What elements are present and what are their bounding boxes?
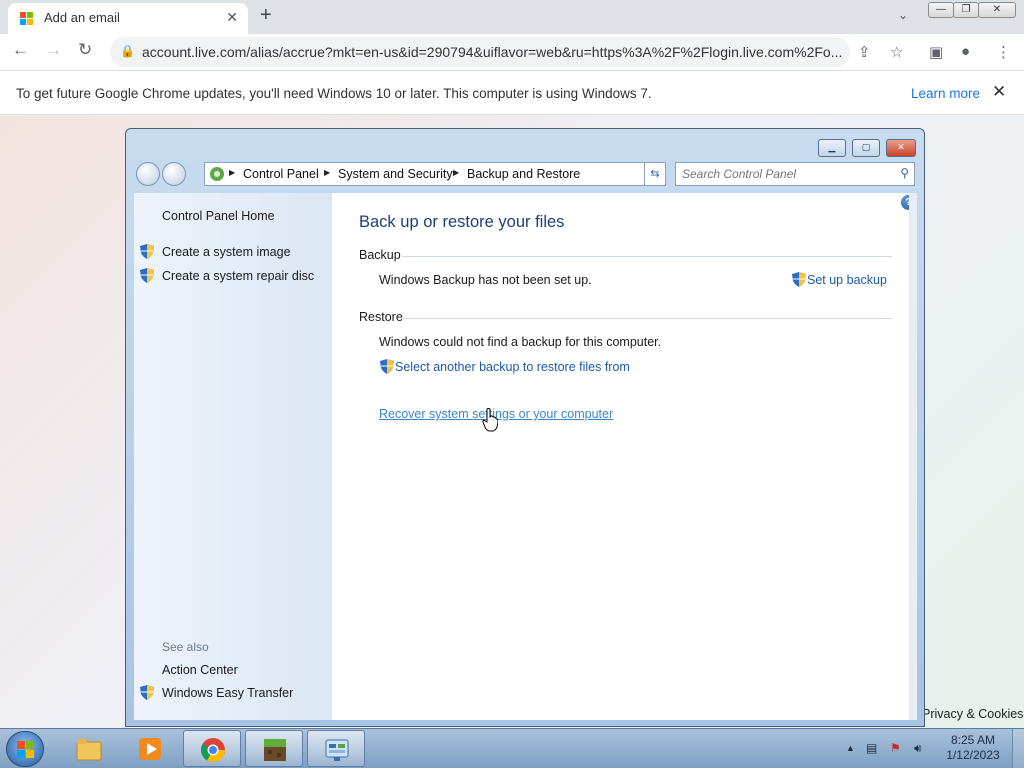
tab-strip: Add an email ✕ + ⌄ — ❐ ✕ — [0, 0, 1024, 34]
close-icon[interactable]: ✕ — [992, 82, 1006, 102]
uac-shield-icon — [140, 685, 154, 700]
volume-icon[interactable]: 🔊︎ — [914, 741, 922, 756]
search-input[interactable] — [682, 166, 882, 182]
reload-icon[interactable]: ↻ — [78, 40, 92, 60]
folder-icon — [76, 739, 102, 761]
browser-tab[interactable]: Add an email ✕ — [8, 3, 248, 34]
page-title: Back up or restore your files — [359, 213, 565, 231]
browser-toolbar: ← → ↻ 🔒 account.live.com/alias/accrue?mk… — [0, 34, 1024, 71]
action-center-link[interactable]: Action Center — [162, 663, 238, 677]
chevron-right-icon: ▶ — [453, 168, 460, 177]
action-center-flag-icon[interactable]: ⚑ — [890, 741, 901, 755]
share-icon[interactable]: ⇪ — [858, 43, 871, 61]
taskbar-explorer[interactable] — [60, 730, 118, 767]
back-button[interactable] — [136, 162, 160, 186]
breadcrumb-backup-restore[interactable]: Backup and Restore — [467, 167, 580, 181]
forward-arrow-icon[interactable]: → — [45, 40, 62, 60]
address-bar[interactable]: 🔒 account.live.com/alias/accrue?mkt=en-u… — [110, 37, 850, 67]
uac-shield-icon — [140, 268, 154, 283]
search-icon[interactable]: ⚲ — [900, 166, 909, 180]
infobar-message: To get future Google Chrome updates, you… — [16, 86, 652, 101]
close-button[interactable]: ✕ — [978, 2, 1016, 18]
set-up-backup-link[interactable]: Set up backup — [807, 273, 887, 287]
close-icon[interactable]: ✕ — [226, 9, 238, 26]
maximize-button[interactable]: ❐ — [953, 2, 979, 18]
chrome-icon — [200, 738, 225, 763]
profile-icon[interactable]: ● — [961, 43, 970, 60]
privacy-link[interactable]: Privacy & Cookies — [922, 707, 1023, 721]
taskbar-control-panel[interactable] — [307, 730, 365, 767]
clock-date: 1/12/2023 — [946, 748, 1000, 762]
network-icon[interactable]: ▤ — [866, 741, 877, 755]
left-pane: Control Panel Home Create a system image… — [134, 193, 332, 720]
url-text[interactable]: account.live.com/alias/accrue?mkt=en-us&… — [142, 44, 842, 60]
tab-title: Add an email — [44, 10, 120, 25]
hand-cursor-icon — [482, 408, 498, 432]
backup-status: Windows Backup has not been set up. — [379, 273, 592, 287]
restore-status: Windows could not find a backup for this… — [379, 335, 662, 349]
navigation-row: ▶ Control Panel ▶ System and Security ▶ … — [134, 161, 915, 188]
taskbar-minecraft[interactable] — [245, 730, 303, 767]
minecraft-icon — [264, 739, 286, 761]
plus-icon[interactable]: + — [260, 4, 272, 27]
breadcrumb-control-panel[interactable]: Control Panel — [243, 167, 319, 181]
update-infobar: To get future Google Chrome updates, you… — [0, 71, 1024, 115]
divider — [402, 318, 892, 319]
microsoft-logo-icon — [20, 12, 34, 26]
control-panel-window: ▁ ▢ ✕ ▶ Control Panel ▶ System and Secur… — [125, 128, 925, 727]
refresh-button[interactable]: ⇆ — [644, 162, 666, 186]
control-panel-home-link[interactable]: Control Panel Home — [162, 209, 275, 223]
select-another-backup-link[interactable]: Select another backup to restore files f… — [395, 360, 630, 374]
star-icon[interactable]: ☆ — [890, 43, 903, 61]
uac-shield-icon — [380, 359, 394, 374]
breadcrumb-system-security[interactable]: System and Security — [338, 167, 453, 181]
back-arrow-icon[interactable]: ← — [12, 40, 29, 60]
create-system-image-link[interactable]: Create a system image — [162, 245, 291, 259]
control-panel-icon — [210, 167, 224, 181]
media-player-icon — [139, 738, 161, 760]
windows-easy-transfer-link[interactable]: Windows Easy Transfer — [162, 686, 293, 700]
search-box[interactable]: ⚲ — [675, 162, 915, 186]
window-content: Control Panel Home Create a system image… — [134, 193, 917, 720]
backup-heading: Backup — [359, 248, 401, 262]
chevron-down-icon[interactable]: ⌄ — [898, 8, 908, 22]
lock-icon[interactable]: 🔒 — [120, 44, 135, 58]
scrollbar[interactable] — [909, 193, 917, 720]
taskbar: ▲ ▤ ⚑ 🔊︎ 8:25 AM 1/12/2023 — [0, 728, 1024, 768]
minimize-button[interactable]: ▁ — [818, 139, 846, 157]
chevron-right-icon: ▶ — [324, 168, 331, 177]
control-panel-icon — [325, 739, 349, 761]
more-icon[interactable]: ⋮ — [996, 43, 1011, 61]
maximize-button[interactable]: ▢ — [852, 139, 880, 157]
sidepanel-icon[interactable]: ▣ — [929, 43, 943, 61]
uac-shield-icon — [140, 244, 154, 259]
show-desktop-button[interactable] — [1012, 729, 1024, 768]
see-also-label: See also — [162, 640, 209, 654]
chevron-up-icon[interactable]: ▲ — [846, 743, 855, 753]
create-repair-disc-link[interactable]: Create a system repair disc — [162, 269, 314, 283]
uac-shield-icon — [792, 272, 806, 287]
breadcrumb[interactable]: ▶ Control Panel ▶ System and Security ▶ … — [204, 162, 664, 186]
taskbar-media-player[interactable] — [121, 730, 179, 767]
restore-heading: Restore — [359, 310, 403, 324]
forward-button[interactable] — [162, 162, 186, 186]
clock-time: 8:25 AM — [950, 733, 996, 747]
windows-logo-icon — [17, 741, 25, 749]
taskbar-chrome[interactable] — [183, 730, 241, 767]
system-clock[interactable]: 8:25 AM 1/12/2023 — [940, 733, 1006, 763]
minimize-button[interactable]: — — [928, 2, 954, 18]
start-button[interactable] — [6, 731, 44, 767]
learn-more-link[interactable]: Learn more — [911, 86, 980, 101]
close-button[interactable]: ✕ — [886, 139, 916, 157]
divider — [402, 256, 892, 257]
chevron-right-icon: ▶ — [229, 168, 236, 177]
